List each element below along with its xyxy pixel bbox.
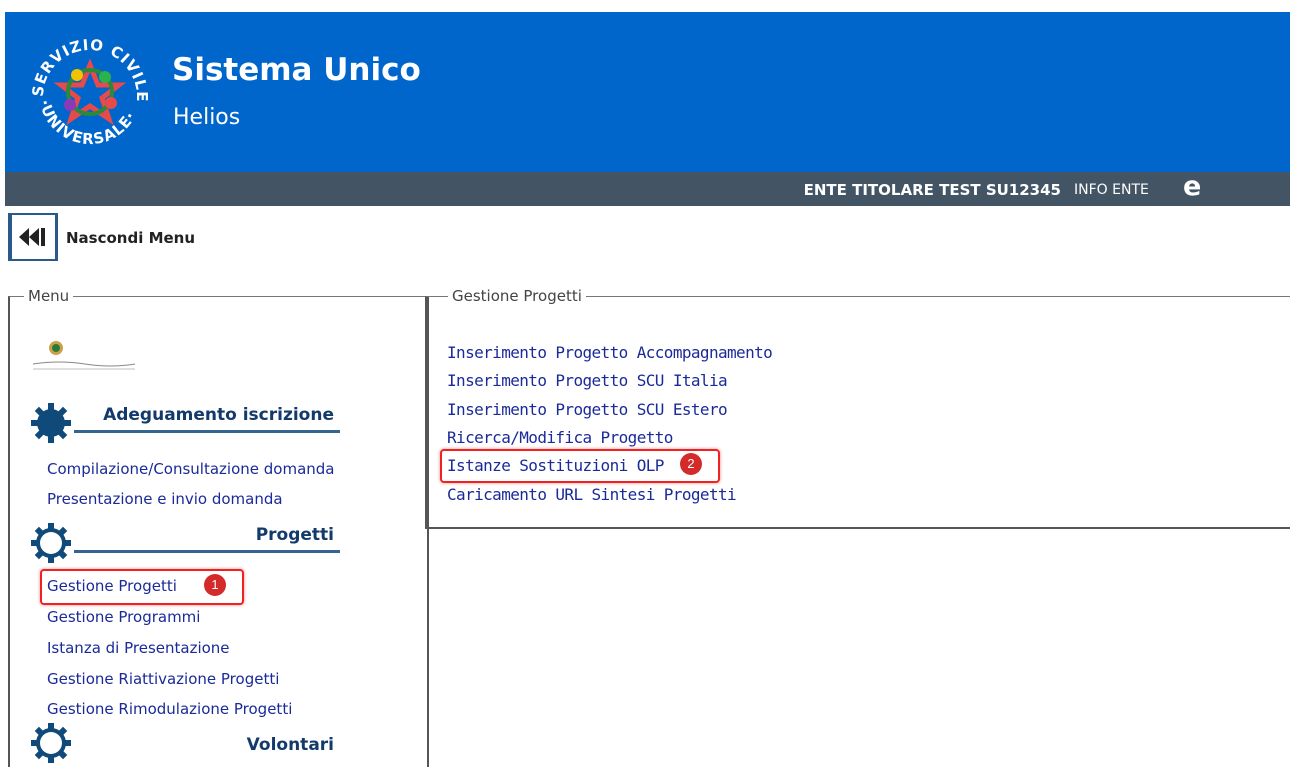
gear-icon [31, 403, 71, 443]
link-inserimento-accompagnamento[interactable]: Inserimento Progetto Accompagnamento [447, 343, 773, 362]
section-title: Volontari [246, 735, 334, 755]
section-title: Progetti [255, 525, 334, 545]
menu-link-gestione-programmi[interactable]: Gestione Programmi [47, 608, 200, 626]
app-subtitle: Helios [173, 105, 241, 130]
browser-e-icon[interactable]: e [1183, 172, 1201, 202]
gear-outline-icon [31, 723, 71, 763]
link-caricamento-url[interactable]: Caricamento URL Sintesi Progetti [447, 485, 737, 504]
menu-link-riattivazione[interactable]: Gestione Riattivazione Progetti [47, 670, 279, 688]
app-title: Sistema Unico [172, 52, 421, 88]
menu-link-istanza-presentazione[interactable]: Istanza di Presentazione [47, 639, 230, 657]
user-bar: ENTE TITOLARE TEST SU12345 INFO ENTE e [5, 172, 1290, 206]
link-inserimento-scu-italia[interactable]: Inserimento Progetto SCU Italia [447, 371, 728, 390]
gear-outline-icon [31, 523, 71, 563]
menu-link-compilazione[interactable]: Compilazione/Consultazione domanda [47, 460, 334, 478]
government-emblem [29, 336, 139, 376]
hide-menu-button[interactable] [8, 213, 58, 261]
section-volontari: Volontari [30, 722, 340, 766]
gestione-progetti-legend: Gestione Progetti [448, 287, 586, 305]
step-badge-2: 2 [680, 453, 702, 475]
servizio-civile-logo: SERVIZIO CIVILE ·UNIVERSALE· [29, 36, 150, 149]
info-ente-link[interactable]: INFO ENTE [1074, 182, 1149, 198]
step-badge-1: 1 [204, 574, 226, 596]
menu-legend: Menu [24, 287, 74, 305]
menu-link-presentazione[interactable]: Presentazione e invio domanda [47, 490, 283, 508]
app-header: SERVIZIO CIVILE ·UNIVERSALE· Sistema Uni… [5, 12, 1290, 172]
section-title: Adeguamento iscrizione [103, 405, 334, 425]
section-adeguamento: Adeguamento iscrizione [30, 402, 340, 446]
rewind-icon [19, 228, 45, 246]
menu-link-rimodulazione[interactable]: Gestione Rimodulazione Progetti [47, 700, 292, 718]
section-progetti: Progetti [30, 522, 340, 566]
link-ricerca-modifica[interactable]: Ricerca/Modifica Progetto [447, 428, 673, 447]
highlight-box-2 [440, 449, 720, 483]
hide-menu-label[interactable]: Nascondi Menu [66, 229, 195, 247]
ente-name: ENTE TITOLARE TEST SU12345 [803, 181, 1061, 199]
link-inserimento-scu-estero[interactable]: Inserimento Progetto SCU Estero [447, 400, 728, 419]
